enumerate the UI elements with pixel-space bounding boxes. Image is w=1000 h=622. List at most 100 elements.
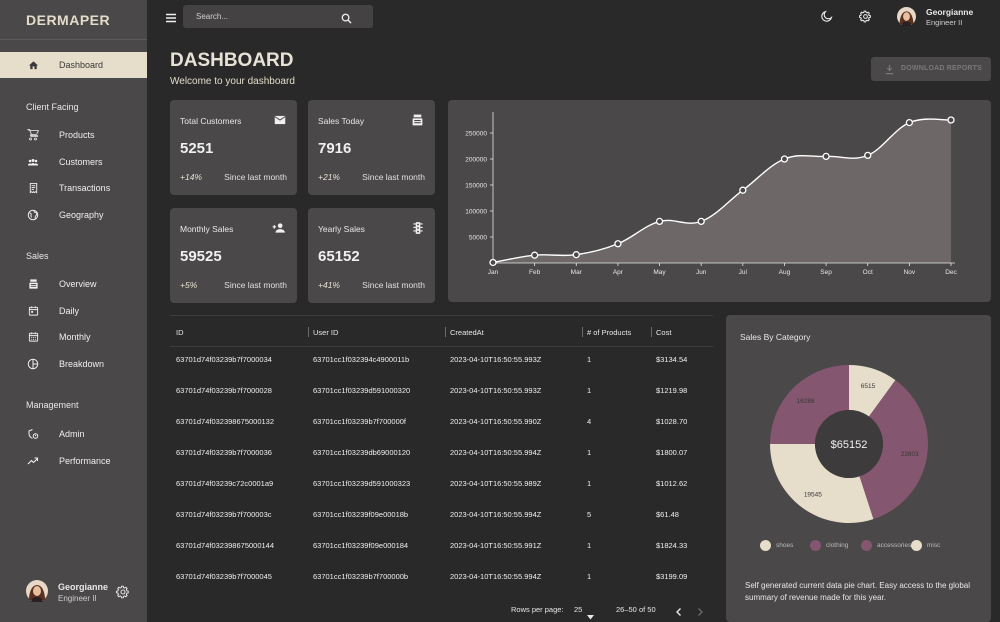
receipt-icon: [26, 181, 40, 195]
search-input[interactable]: [196, 9, 336, 24]
avatar[interactable]: [897, 7, 916, 26]
table-row[interactable]: 63701d74f03239c72c0001a9 63701cc1f03239d5…: [170, 479, 713, 510]
sidebar-item-label: Geography: [59, 210, 104, 220]
gear-icon[interactable]: [116, 585, 130, 599]
data-point[interactable]: [614, 240, 622, 248]
transactions-table: ID User ID CreatedAt # of Products Cost …: [170, 315, 713, 622]
pie-center-total: $65152: [831, 439, 868, 451]
pie-chart-svg: 6515 22803 19545 16288 $65152: [770, 365, 928, 523]
data-point[interactable]: [697, 217, 705, 226]
topbar-user-role: Engineer II: [926, 18, 963, 27]
data-point[interactable]: [822, 152, 830, 161]
column-header-id[interactable]: ID: [176, 328, 184, 337]
table-row[interactable]: 63701d74f03239b7f7000028 63701cc1f03239d5…: [170, 386, 713, 417]
table-cell: 63701d74f03239b7f7000036: [176, 448, 272, 457]
sidebar-item-admin[interactable]: Admin: [0, 421, 147, 447]
sidebar-item-monthly[interactable]: Monthly: [0, 324, 147, 350]
legend-item-clothing[interactable]: clothing: [810, 540, 848, 551]
table-row[interactable]: 63701d74f03239b7f7000034 63701cc1f032394c…: [170, 355, 713, 386]
download-reports-button[interactable]: DOWNLOAD REPORTS: [871, 57, 991, 81]
table-row[interactable]: 63701d74f03239b7f7000045 63701cc1f03239b7…: [170, 572, 713, 603]
search-icon[interactable]: [341, 11, 352, 24]
email-icon: [273, 113, 287, 127]
groups-icon: [26, 155, 40, 169]
chevron-right-icon[interactable]: [695, 604, 705, 616]
stat-card-change: +41%: [318, 280, 340, 290]
settings-icon[interactable]: [859, 10, 872, 23]
table-cell: 2023-04-10T16:50:55.991Z: [450, 541, 542, 550]
avatar[interactable]: [26, 580, 48, 602]
table-cell: 2023-04-10T16:50:55.990Z: [450, 417, 542, 426]
table-cell: 63701cc1f03239d591000320: [313, 386, 411, 395]
sidebar-item-daily[interactable]: Daily: [0, 298, 147, 324]
menu-icon[interactable]: [165, 11, 177, 23]
sidebar-item-dashboard[interactable]: Dashboard: [0, 52, 147, 78]
stat-card-sales-today: Sales Today 7916 +21% Since last month: [308, 100, 435, 195]
column-separator[interactable]: [308, 327, 309, 337]
stat-card-value: 5251: [180, 140, 214, 157]
sidebar-item-breakdown[interactable]: Breakdown: [0, 351, 147, 377]
table-cell: 1: [587, 355, 592, 364]
page-subtitle: Welcome to your dashboard: [170, 76, 295, 87]
y-tick-label: 200000: [465, 157, 487, 164]
y-tick-label: 100000: [465, 209, 487, 216]
table-header: ID User ID CreatedAt # of Products Cost: [170, 315, 713, 347]
x-tick-label: Sep: [820, 269, 832, 276]
data-point[interactable]: [655, 217, 664, 226]
sidebar-item-overview[interactable]: Overview: [0, 271, 147, 297]
sidebar-item-customers[interactable]: Customers: [0, 149, 147, 175]
data-point[interactable]: [947, 116, 955, 124]
chevron-left-icon[interactable]: [674, 604, 684, 616]
sidebar-item-geography[interactable]: Geography: [0, 202, 147, 228]
table-row[interactable]: 63701d74f03239b7f7000036 63701cc1f03239db…: [170, 448, 713, 479]
topbar-user-name[interactable]: Georgianne: [926, 7, 973, 17]
x-tick-label: Jul: [739, 269, 748, 276]
column-header-user-id[interactable]: User ID: [313, 328, 338, 337]
data-point[interactable]: [572, 251, 580, 259]
stat-card-title: Sales Today: [318, 116, 365, 126]
table-row[interactable]: 63701d74f03239b7f700003c 63701cc1f03239f0…: [170, 510, 713, 541]
legend-item-shoes[interactable]: shoes: [760, 540, 793, 551]
column-separator[interactable]: [651, 327, 652, 337]
sidebar-item-label: Monthly: [59, 332, 91, 342]
column-header-num-products[interactable]: # of Products: [587, 328, 631, 337]
legend-item-accessories[interactable]: accessories: [861, 540, 911, 551]
table-cell: $1800.07: [656, 448, 688, 457]
sidebar-item-performance[interactable]: Performance: [0, 448, 147, 474]
table-cell: 2023-04-10T16:50:55.994Z: [450, 448, 542, 457]
x-tick-label: Jan: [488, 269, 499, 276]
data-point[interactable]: [905, 118, 914, 127]
table-row[interactable]: 63701d74f032398675000132 63701cc1f03239b7…: [170, 417, 713, 448]
stat-card-title: Total Customers: [180, 116, 242, 126]
person-add-icon: [271, 221, 287, 235]
pie-slice-label: 19545: [804, 491, 822, 498]
x-tick-label: Jun: [696, 269, 707, 276]
data-point[interactable]: [739, 186, 747, 194]
trending-up-icon: [26, 454, 40, 468]
table-row[interactable]: 63701d74f032398675000144 63701cc1f03239f0…: [170, 541, 713, 572]
stat-card-change: +21%: [318, 172, 340, 182]
column-header-cost[interactable]: Cost: [656, 328, 671, 337]
sidebar-user-role: Engineer II: [58, 594, 97, 603]
sidebar-divider: [0, 39, 147, 40]
column-separator[interactable]: [445, 327, 446, 337]
data-point[interactable]: [530, 251, 539, 259]
caret-down-icon[interactable]: [587, 607, 594, 620]
table-cell: 63701d74f03239c72c0001a9: [176, 479, 274, 488]
sidebar-item-products[interactable]: Products: [0, 122, 147, 148]
rows-per-page-select[interactable]: 25: [574, 605, 582, 614]
legend-item-misc[interactable]: misc: [911, 540, 940, 551]
stat-card-total-customers: Total Customers 5251 +14% Since last mon…: [170, 100, 297, 195]
legend-label: clothing: [826, 542, 849, 549]
dark-mode-icon[interactable]: [820, 10, 833, 23]
column-header-created-at[interactable]: CreatedAt: [450, 328, 484, 337]
data-point[interactable]: [864, 151, 872, 160]
sidebar-item-label: Overview: [59, 279, 97, 289]
table-cell: 1: [587, 448, 592, 457]
stat-card-value: 65152: [318, 248, 360, 265]
sidebar-item-transactions[interactable]: Transactions: [0, 175, 147, 201]
data-point[interactable]: [780, 155, 789, 163]
column-separator[interactable]: [582, 327, 583, 337]
data-point[interactable]: [489, 258, 497, 267]
stat-card-caption: Since last month: [224, 280, 287, 290]
